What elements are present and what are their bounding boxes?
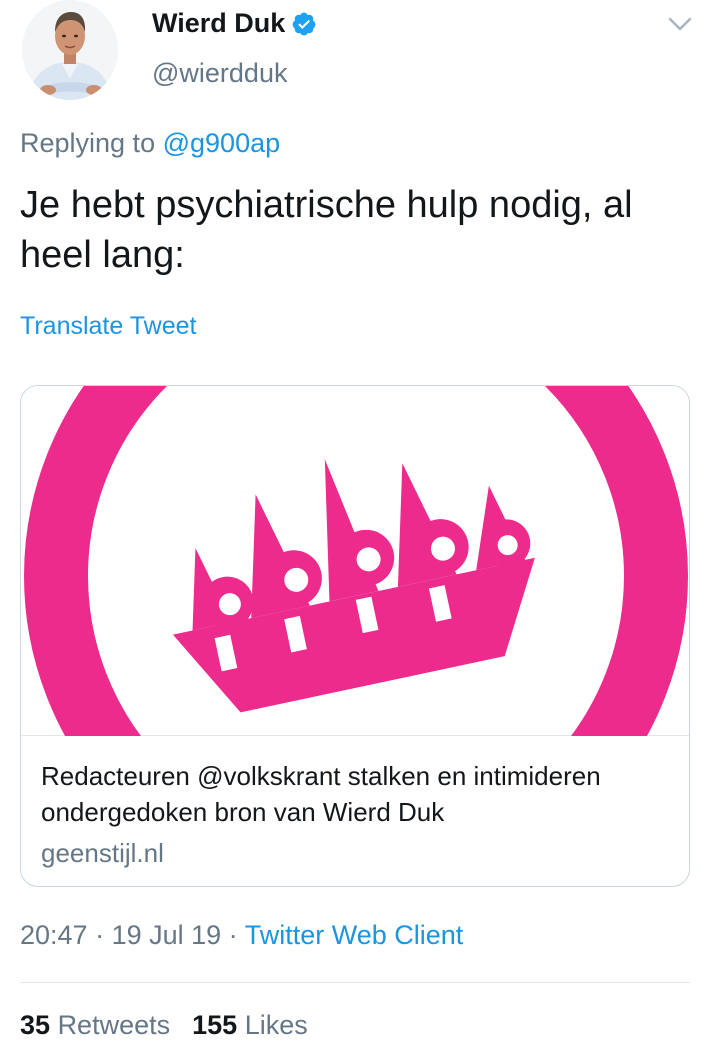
likes-count: 155 bbox=[192, 1010, 238, 1040]
divider bbox=[20, 982, 690, 983]
likes-label: Likes bbox=[244, 1010, 308, 1040]
meta-separator: · bbox=[221, 920, 245, 950]
author-name-text: Wierd Duk bbox=[152, 8, 286, 38]
avatar[interactable] bbox=[22, 0, 118, 100]
geenstijl-logo-image bbox=[24, 386, 688, 886]
tweet-meta: 20:47 · 19 Jul 19 · Twitter Web Client bbox=[20, 920, 463, 951]
chevron-down-icon[interactable] bbox=[666, 14, 694, 34]
tweet-text: Je hebt psychiatrische hulp nodig, al he… bbox=[20, 184, 633, 276]
likes-stat[interactable]: 155 Likes bbox=[192, 1010, 308, 1040]
translate-tweet-link[interactable]: Translate Tweet bbox=[20, 312, 196, 341]
avatar-photo bbox=[22, 0, 118, 100]
tweet-client-link[interactable]: Twitter Web Client bbox=[245, 920, 464, 950]
link-card[interactable]: Redacteuren @volkskrant stalken en intim… bbox=[20, 385, 690, 887]
card-image bbox=[21, 386, 689, 886]
verified-badge-icon bbox=[291, 11, 317, 37]
retweets-label: Retweets bbox=[57, 1010, 171, 1040]
card-title: Redacteuren @volkskrant stalken en intim… bbox=[41, 761, 601, 827]
tweet-time[interactable]: 20:47 bbox=[20, 920, 88, 950]
author-display-name[interactable]: Wierd Duk bbox=[152, 8, 317, 39]
tweet-date[interactable]: 19 Jul 19 bbox=[112, 920, 222, 950]
card-domain: geenstijl.nl bbox=[41, 838, 164, 868]
replying-prefix: Replying to bbox=[20, 128, 156, 158]
tweet-stats: 35 Retweets 155 Likes bbox=[20, 1010, 308, 1041]
retweets-count: 35 bbox=[20, 1010, 51, 1040]
replying-to-line: Replying to @g900ap bbox=[20, 128, 280, 159]
meta-separator: · bbox=[87, 920, 112, 950]
retweets-stat[interactable]: 35 Retweets bbox=[20, 1010, 170, 1040]
author-handle[interactable]: @wierdduk bbox=[152, 58, 287, 89]
replying-to-handle-link[interactable]: @g900ap bbox=[163, 128, 281, 158]
